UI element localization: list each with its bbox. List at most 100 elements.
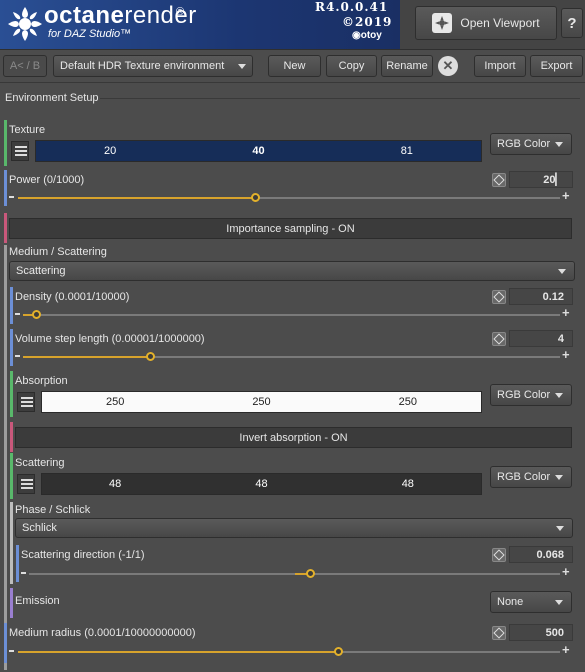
medium-accent-bar <box>4 245 7 670</box>
density-keyframe-icon[interactable] <box>492 290 506 304</box>
radius-value-field[interactable]: 500 <box>509 624 573 641</box>
import-button[interactable]: Import <box>474 55 526 77</box>
octane-banner: octanerender ® for DAZ Studio™ R4.0.0.41… <box>0 0 400 49</box>
direction-slider-knob[interactable] <box>306 569 315 578</box>
increment-icon[interactable]: + <box>562 642 570 657</box>
radius-accent-bar <box>4 623 7 663</box>
texture-list-icon[interactable] <box>11 141 29 161</box>
power-accent-bar <box>4 170 7 206</box>
scattering-mode-dropdown[interactable]: RGB Color <box>490 466 572 488</box>
new-button[interactable]: New <box>268 55 321 77</box>
chevron-down-icon <box>555 599 563 605</box>
decrement-icon[interactable] <box>15 313 20 315</box>
texture-b[interactable]: 81 <box>333 141 481 161</box>
volume-step-slider-knob[interactable] <box>146 352 155 361</box>
power-keyframe-icon[interactable] <box>492 173 506 187</box>
invert-accent-bar <box>10 422 13 452</box>
scattering-list-icon[interactable] <box>17 474 35 494</box>
volume-step-slider-fill <box>23 356 151 358</box>
absorption-r[interactable]: 250 <box>42 392 188 412</box>
chevron-down-icon <box>555 392 563 398</box>
rename-button[interactable]: Rename <box>381 55 433 77</box>
export-button[interactable]: Export <box>530 55 583 77</box>
texture-accent-bar <box>4 120 7 166</box>
decrement-icon[interactable] <box>21 572 26 574</box>
ab-compare-button[interactable]: A< / B <box>3 55 47 77</box>
emission-value: None <box>497 596 524 608</box>
phase-value: Schlick <box>22 522 57 534</box>
absorption-g[interactable]: 250 <box>188 392 334 412</box>
invert-absorption-toggle[interactable]: Invert absorption - ON <box>15 427 572 448</box>
toolbar-divider-2 <box>0 82 585 83</box>
chevron-down-icon <box>558 268 566 274</box>
density-accent-bar <box>10 287 13 324</box>
preset-dropdown[interactable]: Default HDR Texture environment <box>53 55 253 77</box>
phase-accent-bar <box>10 502 13 584</box>
octane-logo-icon <box>8 7 42 41</box>
radius-keyframe-icon[interactable] <box>492 626 506 640</box>
copy-button[interactable]: Copy <box>326 55 377 77</box>
density-slider-track[interactable] <box>23 314 560 316</box>
texture-label: Texture <box>9 124 46 136</box>
power-slider-fill <box>18 197 256 199</box>
power-label: Power (0/1000) <box>9 174 85 186</box>
medium-dropdown[interactable]: Scattering <box>9 261 575 281</box>
octane-small-icon <box>432 13 453 33</box>
emission-accent-bar <box>10 588 13 618</box>
texture-mode-value: RGB Color <box>497 138 551 150</box>
toolbar-divider <box>0 49 585 50</box>
direction-value-field[interactable]: 0.068 <box>509 546 573 563</box>
open-viewport-button[interactable]: Open Viewport <box>415 6 557 40</box>
scattering-color-field[interactable]: 48 48 48 <box>41 473 482 495</box>
decrement-icon[interactable] <box>9 196 14 198</box>
increment-icon[interactable]: + <box>562 564 570 579</box>
density-label: Density (0.0001/10000) <box>15 291 130 303</box>
phase-label: Phase / Schlick <box>15 504 91 516</box>
medium-value: Scattering <box>16 265 66 277</box>
density-slider-knob[interactable] <box>32 310 41 319</box>
texture-g[interactable]: 40 <box>184 141 332 161</box>
volume-step-label: Volume step length (0.00001/1000000) <box>15 333 205 345</box>
direction-keyframe-icon[interactable] <box>492 548 506 562</box>
texture-r[interactable]: 20 <box>36 141 184 161</box>
power-slider-knob[interactable] <box>251 193 260 202</box>
open-viewport-label: Open Viewport <box>460 16 540 30</box>
version-text: R4.0.0.41 <box>315 0 389 14</box>
scattering-g[interactable]: 48 <box>188 474 334 494</box>
scattering-mode-value: RGB Color <box>497 471 551 483</box>
radius-slider-knob[interactable] <box>334 647 343 656</box>
help-button[interactable]: ? <box>561 8 583 38</box>
phase-dropdown[interactable]: Schlick <box>15 518 573 538</box>
scattering-r[interactable]: 48 <box>42 474 188 494</box>
scattering-label: Scattering <box>15 457 65 469</box>
importance-sampling-toggle[interactable]: Importance sampling - ON <box>9 218 572 239</box>
absorption-b[interactable]: 250 <box>335 392 481 412</box>
chevron-down-icon <box>555 141 563 147</box>
texture-mode-dropdown[interactable]: RGB Color <box>490 133 572 155</box>
emission-dropdown[interactable]: None <box>490 591 572 613</box>
direction-label: Scattering direction (-1/1) <box>21 549 145 561</box>
increment-icon[interactable]: + <box>562 305 570 320</box>
otoy-logo: ◉otoy <box>352 30 382 41</box>
absorption-list-icon[interactable] <box>17 392 35 412</box>
copyright-text: ©2019 <box>342 15 393 29</box>
decrement-icon[interactable] <box>9 650 14 652</box>
scattering-b[interactable]: 48 <box>335 474 481 494</box>
density-value-field[interactable]: 0.12 <box>509 288 573 305</box>
increment-icon[interactable]: + <box>562 188 570 203</box>
volume-step-value-field[interactable]: 4 <box>509 330 573 347</box>
brand-name: octanerender <box>44 2 197 29</box>
chevron-down-icon <box>238 63 246 69</box>
decrement-icon[interactable] <box>15 355 20 357</box>
volume-step-keyframe-icon[interactable] <box>492 332 506 346</box>
texture-color-field[interactable]: 20 40 81 <box>35 140 482 162</box>
absorption-mode-dropdown[interactable]: RGB Color <box>490 384 572 406</box>
chevron-down-icon <box>556 525 564 531</box>
volume-step-accent-bar <box>10 329 13 366</box>
registered-mark: ® <box>176 6 185 18</box>
power-value-field[interactable]: 20 ▏ <box>509 171 573 188</box>
increment-icon[interactable]: + <box>562 347 570 362</box>
absorption-label: Absorption <box>15 375 68 387</box>
absorption-color-field[interactable]: 250 250 250 <box>41 391 482 413</box>
delete-preset-icon[interactable]: ✕ <box>438 56 458 76</box>
